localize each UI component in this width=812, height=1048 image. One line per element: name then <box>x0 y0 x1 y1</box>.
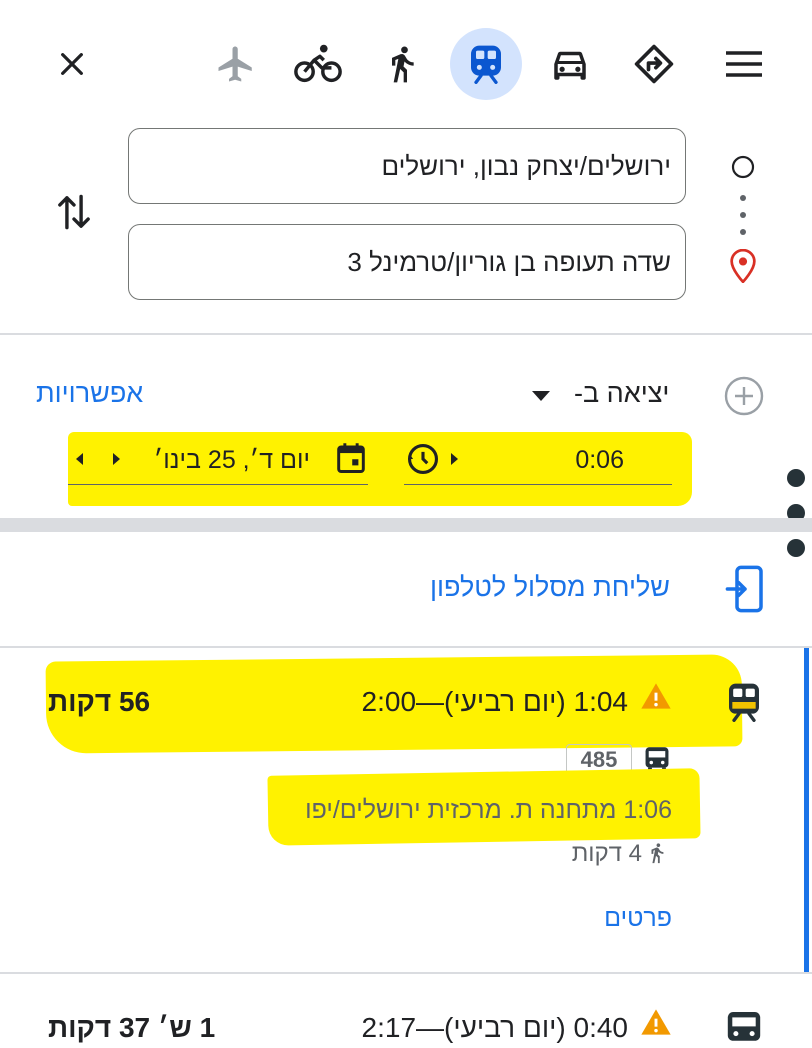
walking-mode-button[interactable] <box>376 38 428 90</box>
walking-icon <box>382 40 422 88</box>
warning-icon <box>640 682 672 710</box>
dropdown-arrow-icon <box>530 390 552 402</box>
options-link[interactable]: אפשרויות <box>36 378 143 409</box>
destination-pin-icon <box>728 248 758 284</box>
train-result-icon <box>726 682 762 722</box>
send-to-phone-button[interactable] <box>724 564 766 614</box>
times: 0:40 (יום רביעי)—2:17 <box>361 1012 628 1043</box>
warning-icon <box>640 1008 672 1036</box>
selected-indicator <box>804 648 809 972</box>
date-value: יום ד׳, 25 בינו׳ <box>153 446 310 474</box>
close-button[interactable] <box>50 42 94 86</box>
section-divider <box>0 518 812 532</box>
time-value: 0:06 <box>575 446 624 474</box>
flights-mode-button[interactable] <box>210 38 262 90</box>
duration: 1 ש׳ 37 דקות <box>48 1012 216 1043</box>
airplane-icon <box>215 43 257 85</box>
route-result-2[interactable]: 1 ש׳ 37 דקות 0:40 (יום רביעי)—2:17 <box>0 974 812 1048</box>
close-icon <box>56 48 88 80</box>
date-picker[interactable]: יום ד׳, 25 בינו׳ <box>68 436 368 485</box>
swap-button[interactable] <box>52 188 96 236</box>
time-picker[interactable]: 0:06 <box>404 436 672 485</box>
train-icon <box>469 44 503 84</box>
date-next-icon[interactable] <box>112 452 122 466</box>
destination-text: שדה תעופה בן גוריון/טרמינל 3 <box>347 246 671 277</box>
duration: 56 דקות <box>48 686 151 717</box>
send-to-phone-link[interactable]: שליחת מסלול לטלפון <box>430 572 670 603</box>
details-link[interactable]: פרטים <box>604 904 672 933</box>
walking-small-icon <box>646 840 668 866</box>
origin-input[interactable]: ירושלים/יצחק נבון, ירושלים <box>128 128 686 204</box>
times: 1:04 (יום רביעי)—2:00 <box>361 686 628 717</box>
more-dots-icon[interactable] <box>784 466 808 560</box>
origin-text: ירושלים/יצחק נבון, ירושלים <box>381 150 671 181</box>
menu-icon <box>724 50 764 78</box>
add-stop-button[interactable] <box>722 374 766 418</box>
transit-mode-button[interactable] <box>450 28 522 100</box>
bicycle-icon <box>293 42 343 86</box>
menu-button[interactable] <box>718 42 770 86</box>
add-circle-icon <box>723 375 765 417</box>
driving-mode-button[interactable] <box>544 38 596 90</box>
date-prev-icon[interactable] <box>74 452 84 466</box>
bus-result-icon <box>726 1010 762 1048</box>
calendar-icon <box>336 442 366 474</box>
departure-info: 1:06 מתחנה ת. מרכזית ירושלים/יפו <box>305 796 672 824</box>
route-result-1[interactable]: 56 דקות 1:04 (יום רביעי)—2:00 485 1:06 מ… <box>0 648 812 972</box>
swap-vertical-icon <box>57 190 91 234</box>
walk-duration: 4 דקות <box>571 840 642 867</box>
depart-label: יציאה ב- <box>574 378 670 408</box>
time-next-icon[interactable] <box>450 452 460 466</box>
origin-circle-icon <box>730 154 756 180</box>
header-divider <box>0 333 812 335</box>
cycling-mode-button[interactable] <box>292 38 344 90</box>
directions-icon <box>632 42 676 86</box>
depart-select[interactable]: יציאה ב- <box>530 376 680 416</box>
car-icon <box>549 43 591 85</box>
history-clock-icon <box>406 442 440 476</box>
phone-send-icon <box>725 565 765 613</box>
directions-button[interactable] <box>628 38 680 90</box>
route-dots-icon <box>736 192 750 238</box>
destination-input[interactable]: שדה תעופה בן גוריון/טרמינל 3 <box>128 224 686 300</box>
